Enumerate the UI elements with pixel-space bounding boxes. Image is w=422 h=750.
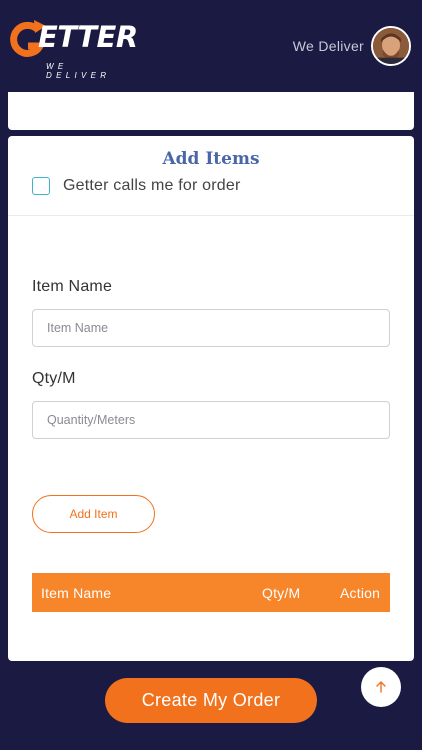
qty-input[interactable] <box>32 401 390 439</box>
add-items-card: Add Items Getter calls me for order Item… <box>8 136 414 661</box>
items-table-header: Item Name Qty/M Action <box>32 573 390 612</box>
table-header-action: Action <box>340 585 381 601</box>
call-option-row[interactable]: Getter calls me for order <box>32 176 241 196</box>
app-header: ETTER WE DELIVER We Deliver <box>0 0 422 92</box>
table-header-qty: Qty/M <box>262 585 301 601</box>
item-name-input[interactable] <box>32 309 390 347</box>
header-tagline: We Deliver <box>292 38 364 54</box>
getter-logo[interactable]: ETTER WE DELIVER <box>8 18 138 80</box>
add-item-button[interactable]: Add Item <box>32 495 155 533</box>
arrow-up-icon <box>376 681 386 693</box>
create-order-button[interactable]: Create My Order <box>105 678 317 723</box>
avatar-image <box>373 28 409 64</box>
call-option-label: Getter calls me for order <box>63 177 241 194</box>
table-header-item-name: Item Name <box>41 585 112 601</box>
logo-wordmark: ETTER <box>38 20 138 54</box>
scroll-top-button[interactable] <box>361 667 401 707</box>
user-avatar[interactable] <box>371 26 411 66</box>
qty-label: Qty/M <box>32 370 76 387</box>
add-items-title: Add Items <box>162 149 260 169</box>
previous-card <box>8 92 414 130</box>
logo-subtitle: WE DELIVER <box>46 62 111 80</box>
item-name-label: Item Name <box>32 278 113 295</box>
section-divider <box>8 215 414 216</box>
call-option-checkbox[interactable] <box>32 177 50 195</box>
